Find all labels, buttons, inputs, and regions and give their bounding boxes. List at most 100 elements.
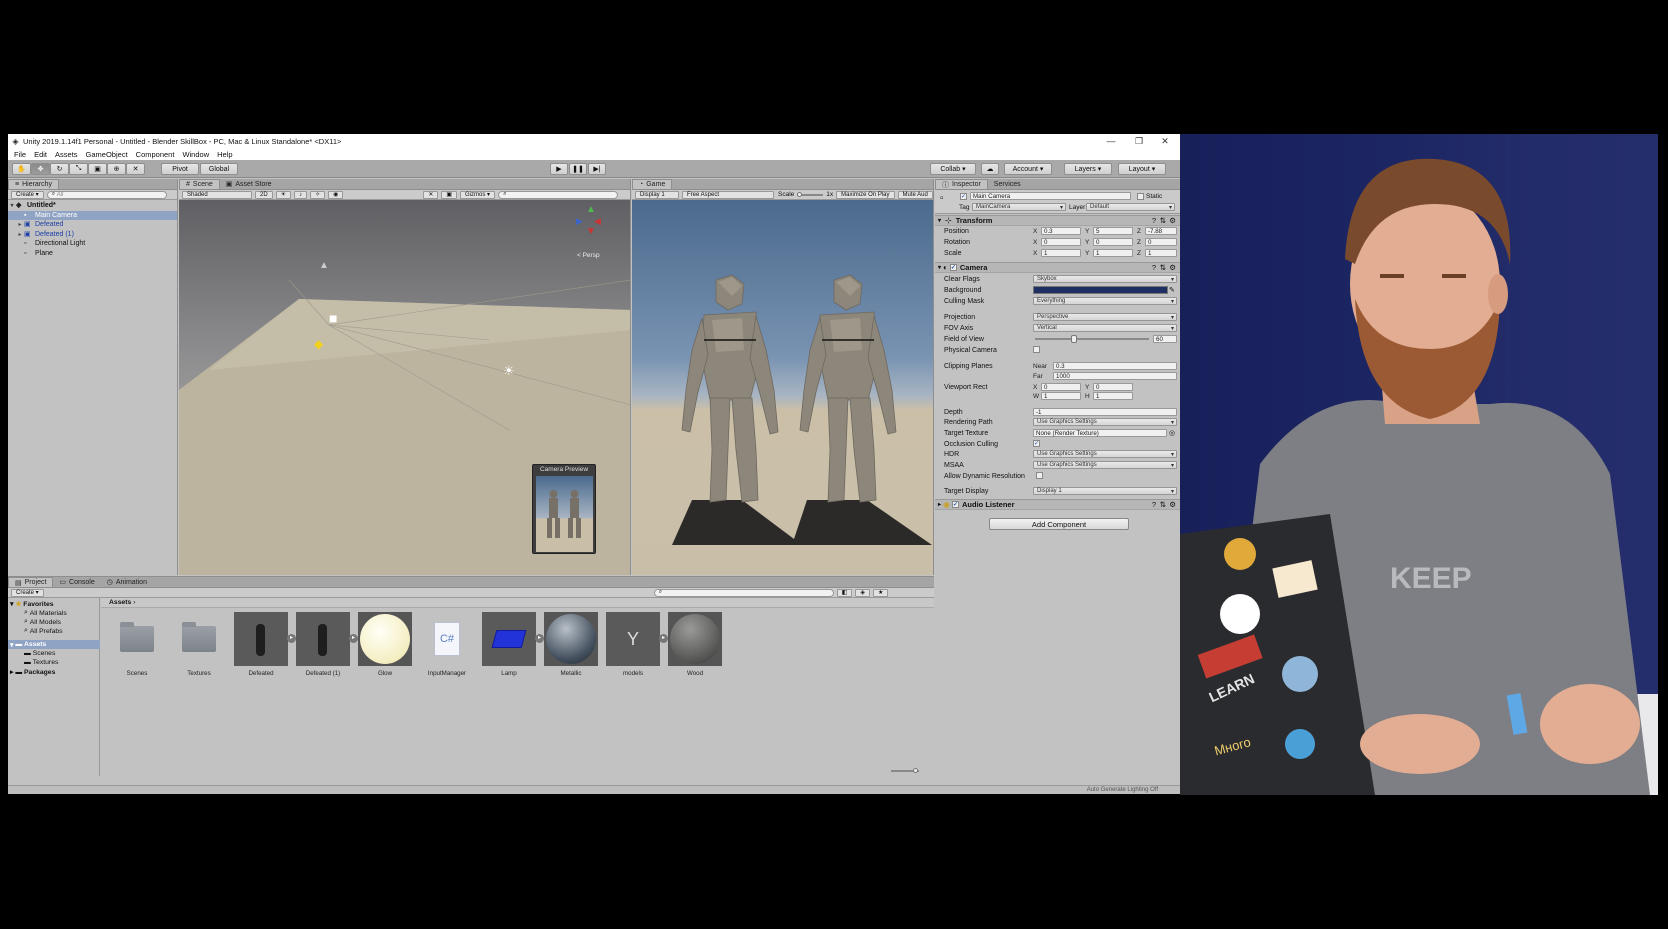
hierarchy-create-button[interactable]: Create ▾ [11,190,44,199]
rect-tool-icon[interactable]: ▣ [88,163,107,175]
toggle-2d-button[interactable]: 2D [255,190,273,199]
projection-dropdown[interactable]: Perspective [1033,313,1177,321]
menu-help[interactable]: Help [217,150,232,159]
audio-listener-checkbox[interactable]: ✓ [952,501,959,508]
asset-item[interactable]: Defeated ▸ [233,612,296,678]
assets-node[interactable]: ▾ ▬ Assets [8,640,100,649]
hierarchy-item-main-camera[interactable]: ▪ Main Camera [8,210,177,220]
fov-field[interactable]: 60 [1153,335,1177,343]
asset-item[interactable]: Glow [357,612,413,678]
position-y-field[interactable]: 5 [1093,227,1133,235]
neg-y-axis-icon[interactable]: ▼ [586,226,596,237]
pause-button[interactable]: ❚❚ [569,163,587,175]
layout-button[interactable]: Layout ▾ [1118,163,1166,175]
y-axis-icon[interactable]: ▲ [586,204,596,215]
collab-button[interactable]: Collab ▾ [930,163,976,175]
directional-light-icon[interactable]: ☀ [503,363,515,379]
hidden-objects-icon[interactable]: ◉ [328,190,344,199]
far-field[interactable]: 1000 [1053,372,1177,380]
expand-arrow-icon[interactable]: ▾ [10,641,13,649]
aspect-dropdown[interactable]: Free Aspect [682,190,774,199]
tab-animation[interactable]: ◷ Animation [101,577,153,587]
orientation-gizmo[interactable]: ▲ ◀ ▶ ▼ [574,204,614,244]
pivot-toggle[interactable]: Pivot [161,163,199,175]
menu-component[interactable]: Component [136,150,175,159]
menu-window[interactable]: Window [182,150,209,159]
foldout-arrow-icon[interactable]: ▸ [938,501,941,508]
asset-item[interactable]: Scenes [109,612,165,678]
asset-item[interactable]: C# InputManager [419,612,475,678]
move-handle-icon[interactable]: ◆ [314,337,323,351]
object-name-field[interactable]: Main Camera [970,192,1131,200]
tab-console[interactable]: ▭ Console [53,577,100,587]
favorite-all-materials[interactable]: ⌕ All Materials [24,609,67,617]
hierarchy-item-defeated-1[interactable]: ▸ ▣ Defeated (1) [8,230,177,240]
favorite-all-prefabs[interactable]: ⌕ All Prefabs [24,627,63,635]
viewport-h-field[interactable]: 1 [1093,392,1133,400]
scene-viewport[interactable]: ▲ ■ ◆ ☀ ▲ ◀ ▶ ▼ < Persp Camera Preview [179,200,630,575]
target-texture-field[interactable]: None (Render Texture) [1033,429,1167,437]
favorite-star-icon[interactable]: ★ [873,588,889,597]
scene-root-row[interactable]: ▾ ◈ Untitled* [8,201,177,211]
effects-toggle-icon[interactable]: ✧ [310,190,326,199]
expand-arrow-icon[interactable]: ▸ [16,221,24,228]
fov-slider[interactable] [1035,335,1149,343]
preset-icon[interactable]: ⇅ [1160,263,1166,272]
icon-size-slider[interactable] [891,768,919,773]
background-color-swatch[interactable] [1033,286,1168,294]
dynamic-resolution-checkbox[interactable] [1036,472,1043,479]
asset-item[interactable]: Defeated (1) ▸ [295,612,358,678]
tree-folder-scenes[interactable]: ▬ Scenes [24,650,55,657]
project-search-input[interactable]: ⌕ [653,588,834,597]
asset-item[interactable]: Metallic [543,612,599,678]
step-button[interactable]: ▶| [588,163,606,175]
play-button[interactable]: ▶ [550,163,568,175]
help-icon[interactable]: ? [1152,500,1156,509]
hierarchy-item-plane[interactable]: ▫ Plane [8,249,177,259]
camera-gizmo-icon[interactable]: ■ [329,310,337,326]
help-icon[interactable]: ? [1152,263,1156,272]
scale-tool-icon[interactable]: ⤡ [69,163,88,175]
camera-enabled-checkbox[interactable]: ✓ [949,264,957,271]
camera-settings-icon[interactable]: ▣ [441,190,458,199]
hierarchy-item-defeated[interactable]: ▸ ▣ Defeated [8,220,177,230]
account-button[interactable]: Account ▾ [1004,163,1052,175]
settings-gear-icon[interactable]: ⚙ [1169,500,1176,509]
occlusion-culling-checkbox[interactable]: ✓ [1033,440,1040,447]
expand-arrow-icon[interactable]: ▾ [10,600,13,608]
move-tool-icon[interactable]: ✥ [31,163,50,175]
asset-item[interactable]: Textures [171,612,227,678]
culling-mask-dropdown[interactable]: Everything [1033,297,1177,305]
scale-z-field[interactable]: 1 [1145,249,1177,257]
help-icon[interactable]: ? [1152,216,1156,225]
menu-gameobject[interactable]: GameObject [86,150,128,159]
scene-search-input[interactable]: ⌕ [498,190,619,199]
preset-icon[interactable]: ⇅ [1160,500,1166,509]
rotation-y-field[interactable]: 0 [1093,238,1133,246]
rotation-x-field[interactable]: 0 [1041,238,1081,246]
tree-folder-textures[interactable]: ▬ Textures [24,659,58,666]
project-create-button[interactable]: Create ▾ [11,588,44,597]
expand-arrow-icon[interactable]: ▸ [10,668,13,676]
audio-listener-header[interactable]: ▸ ◉ ✓ Audio Listener ? ⇅ ⚙ [935,499,1180,510]
layer-dropdown[interactable]: Default [1086,203,1175,211]
tab-hierarchy[interactable]: ≡ Hierarchy [8,179,60,189]
add-component-button[interactable]: Add Component [989,518,1129,530]
foldout-arrow-icon[interactable]: ▾ [938,264,941,271]
rotation-z-field[interactable]: 0 [1145,238,1177,246]
viewport-w-field[interactable]: 1 [1041,392,1081,400]
depth-field[interactable]: -1 [1033,408,1177,416]
position-x-field[interactable]: 0.3 [1041,227,1081,235]
game-viewport[interactable] [632,200,933,575]
settings-gear-icon[interactable]: ⚙ [1169,216,1176,225]
active-checkbox[interactable]: ✓ [960,193,967,200]
static-checkbox[interactable] [1137,193,1144,200]
msaa-dropdown[interactable]: Use Graphics Settings [1033,461,1177,469]
camera-component-header[interactable]: ▾ ◐ ✓ Camera ? ⇅ ⚙ [935,262,1180,273]
viewport-y-field[interactable]: 0 [1093,383,1133,391]
preset-icon[interactable]: ⇅ [1160,216,1166,225]
scale-y-field[interactable]: 1 [1093,249,1133,257]
layers-button[interactable]: Layers ▾ [1064,163,1112,175]
close-button[interactable]: ✕ [1150,134,1180,148]
gizmos-dropdown[interactable]: Gizmos ▾ [460,190,496,199]
